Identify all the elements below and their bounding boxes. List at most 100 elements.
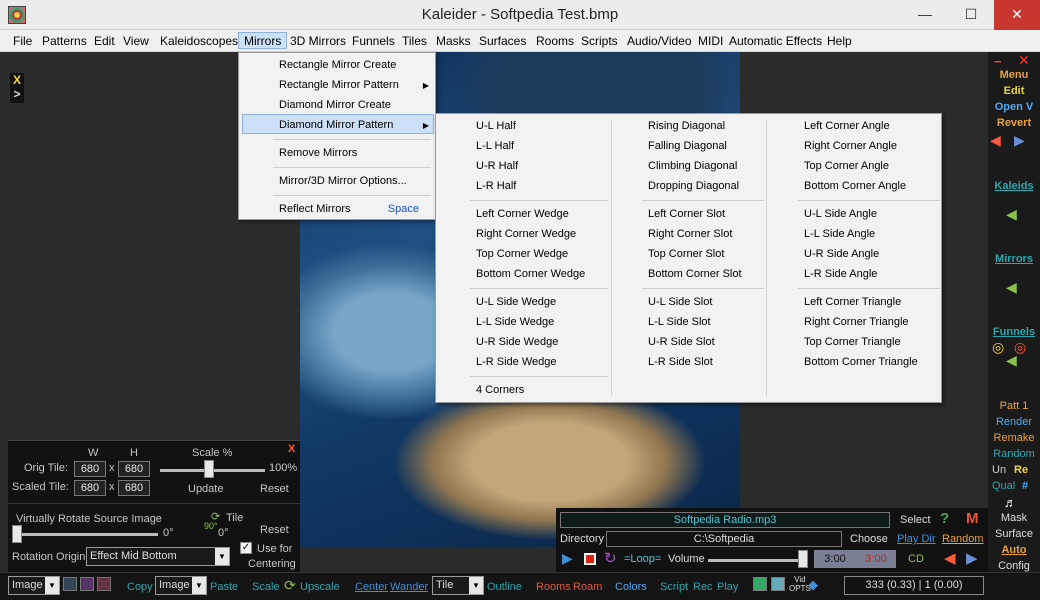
- loop-label[interactable]: =Loop=: [624, 553, 661, 565]
- script-button[interactable]: Script: [660, 578, 688, 596]
- quality-button[interactable]: Qual: [992, 480, 1015, 492]
- wander-link[interactable]: Wander: [390, 578, 428, 596]
- scale-button[interactable]: Scale: [252, 578, 280, 596]
- submenu-item[interactable]: Dropping Diagonal: [648, 176, 739, 196]
- menu-patterns[interactable]: Patterns: [37, 33, 92, 50]
- remake-button[interactable]: Remake: [988, 432, 1040, 444]
- submenu-item[interactable]: Top Corner Triangle: [804, 332, 901, 352]
- submenu-item[interactable]: L-L Side Slot: [648, 312, 711, 332]
- mirrors-apply-arrow-icon[interactable]: ◀: [1006, 279, 1017, 296]
- render-button[interactable]: Render: [988, 416, 1040, 428]
- diamond-mirror-create-item[interactable]: Diamond Mirror Create: [279, 95, 391, 115]
- close-button[interactable]: ✕: [994, 0, 1040, 30]
- volume-slider-track[interactable]: [708, 559, 806, 562]
- submenu-item[interactable]: Right Corner Slot: [648, 224, 732, 244]
- left-toggle[interactable]: X >: [10, 73, 24, 103]
- media-next-icon[interactable]: ▶: [966, 549, 978, 567]
- submenu-item[interactable]: Top Corner Wedge: [476, 244, 568, 264]
- play-icon[interactable]: ▶: [562, 550, 573, 567]
- submenu-item[interactable]: Left Corner Triangle: [804, 292, 901, 312]
- select-button[interactable]: Select: [900, 514, 931, 526]
- submenu-item[interactable]: Left Corner Wedge: [476, 204, 569, 224]
- menu-3d-mirrors[interactable]: 3D Mirrors: [285, 33, 351, 50]
- orig-tile-height-field[interactable]: 680: [118, 461, 150, 477]
- orig-tile-width-field[interactable]: 680: [74, 461, 106, 477]
- ab-icon[interactable]: [63, 577, 77, 591]
- submenu-item[interactable]: L-R Side Slot: [648, 352, 713, 372]
- rectangle-mirror-create-item[interactable]: Rectangle Mirror Create: [279, 55, 396, 75]
- upscale-button[interactable]: Upscale: [300, 578, 340, 596]
- revert-button[interactable]: Revert: [988, 117, 1040, 129]
- loop-icon[interactable]: ↻: [604, 549, 617, 567]
- picture-icon[interactable]: [753, 577, 767, 591]
- menu-kaleidoscopes[interactable]: Kaleidoscopes: [155, 33, 243, 50]
- menu-button[interactable]: Menu: [988, 69, 1040, 81]
- open-v-button[interactable]: Open V: [988, 101, 1040, 113]
- play-dir-link[interactable]: Play Dir: [897, 533, 936, 545]
- funnels-link[interactable]: Funnels: [988, 326, 1040, 338]
- random-button[interactable]: Random: [988, 448, 1040, 460]
- submenu-item[interactable]: Bottom Corner Triangle: [804, 352, 918, 372]
- image-source-select[interactable]: Image ▼: [8, 576, 60, 595]
- quality-hash[interactable]: #: [1022, 480, 1028, 492]
- submenu-item[interactable]: Right Corner Triangle: [804, 312, 909, 332]
- funnels-apply-arrow-icon[interactable]: ◀: [1006, 352, 1017, 369]
- scaled-tile-width-field[interactable]: 680: [74, 480, 106, 496]
- sp-icon[interactable]: [97, 577, 111, 591]
- config-button[interactable]: Config: [988, 560, 1040, 572]
- surface-button[interactable]: Surface: [988, 528, 1040, 540]
- image-dest-select[interactable]: Image ▼: [155, 576, 207, 595]
- scale-slider-thumb[interactable]: [204, 460, 214, 478]
- outline-button[interactable]: Outline: [487, 578, 522, 596]
- menu-masks[interactable]: Masks: [431, 33, 476, 50]
- submenu-item[interactable]: L-R Half: [476, 176, 516, 196]
- scaled-tile-height-field[interactable]: 680: [118, 480, 150, 496]
- menu-audio-video[interactable]: Audio/Video: [622, 33, 697, 50]
- use-for-centering-checkbox[interactable]: ✓: [240, 542, 252, 554]
- menu-mirrors[interactable]: Mirrors: [238, 32, 288, 49]
- auto-link[interactable]: Auto: [988, 544, 1040, 556]
- submenu-item[interactable]: Bottom Corner Wedge: [476, 264, 585, 284]
- menu-edit[interactable]: Edit: [89, 33, 120, 50]
- submenu-item[interactable]: Climbing Diagonal: [648, 156, 737, 176]
- submenu-item[interactable]: L-L Side Angle: [804, 224, 875, 244]
- media-prev-icon[interactable]: ◀: [944, 549, 956, 567]
- rec-button[interactable]: Rec: [693, 578, 713, 596]
- minimize-panel-icon[interactable]: −: [994, 54, 1002, 69]
- next-arrow-icon[interactable]: ▶: [1014, 132, 1025, 149]
- media-file-name[interactable]: Softpedia Radio.mp3: [560, 512, 890, 528]
- submenu-item[interactable]: Top Corner Angle: [804, 156, 889, 176]
- close-panel-icon[interactable]: ✕: [1018, 52, 1030, 69]
- volume-slider-thumb[interactable]: [798, 550, 808, 568]
- submenu-item[interactable]: Falling Diagonal: [648, 136, 727, 156]
- roam-button[interactable]: Roam: [573, 578, 602, 596]
- copy-button[interactable]: Copy: [127, 578, 153, 596]
- menu-funnels[interactable]: Funnels: [347, 33, 400, 50]
- submenu-item[interactable]: U-L Side Angle: [804, 204, 877, 224]
- submenu-item[interactable]: Left Corner Angle: [804, 116, 890, 136]
- submenu-item[interactable]: Bottom Corner Slot: [648, 264, 742, 284]
- submenu-item[interactable]: 4 Corners: [476, 380, 524, 400]
- submenu-item[interactable]: Rising Diagonal: [648, 116, 725, 136]
- remove-mirrors-item[interactable]: Remove Mirrors: [279, 143, 357, 163]
- cd-button[interactable]: CD: [908, 553, 924, 565]
- submenu-item[interactable]: U-L Half: [476, 116, 516, 136]
- ur-icon[interactable]: [80, 577, 94, 591]
- refresh-icon[interactable]: ⟳: [284, 576, 296, 594]
- reset-scale-button[interactable]: Reset: [260, 483, 289, 495]
- submenu-item[interactable]: U-R Half: [476, 156, 518, 176]
- menu-tiles[interactable]: Tiles: [397, 33, 432, 50]
- minimize-button[interactable]: —: [902, 0, 948, 30]
- submenu-item[interactable]: U-R Side Angle: [804, 244, 879, 264]
- submenu-item[interactable]: L-R Side Wedge: [476, 352, 557, 372]
- submenu-item[interactable]: U-R Side Slot: [648, 332, 715, 352]
- submenu-item[interactable]: Right Corner Wedge: [476, 224, 576, 244]
- play-button[interactable]: Play: [717, 578, 738, 596]
- menu-help[interactable]: Help: [822, 33, 857, 50]
- menu-view[interactable]: View: [118, 33, 154, 50]
- reset-rotate-button[interactable]: Reset: [260, 524, 289, 536]
- edit-button[interactable]: Edit: [988, 85, 1040, 97]
- rotate-slider-track[interactable]: [16, 533, 158, 536]
- menu-scripts[interactable]: Scripts: [576, 33, 623, 50]
- undo-button[interactable]: Un: [992, 464, 1006, 476]
